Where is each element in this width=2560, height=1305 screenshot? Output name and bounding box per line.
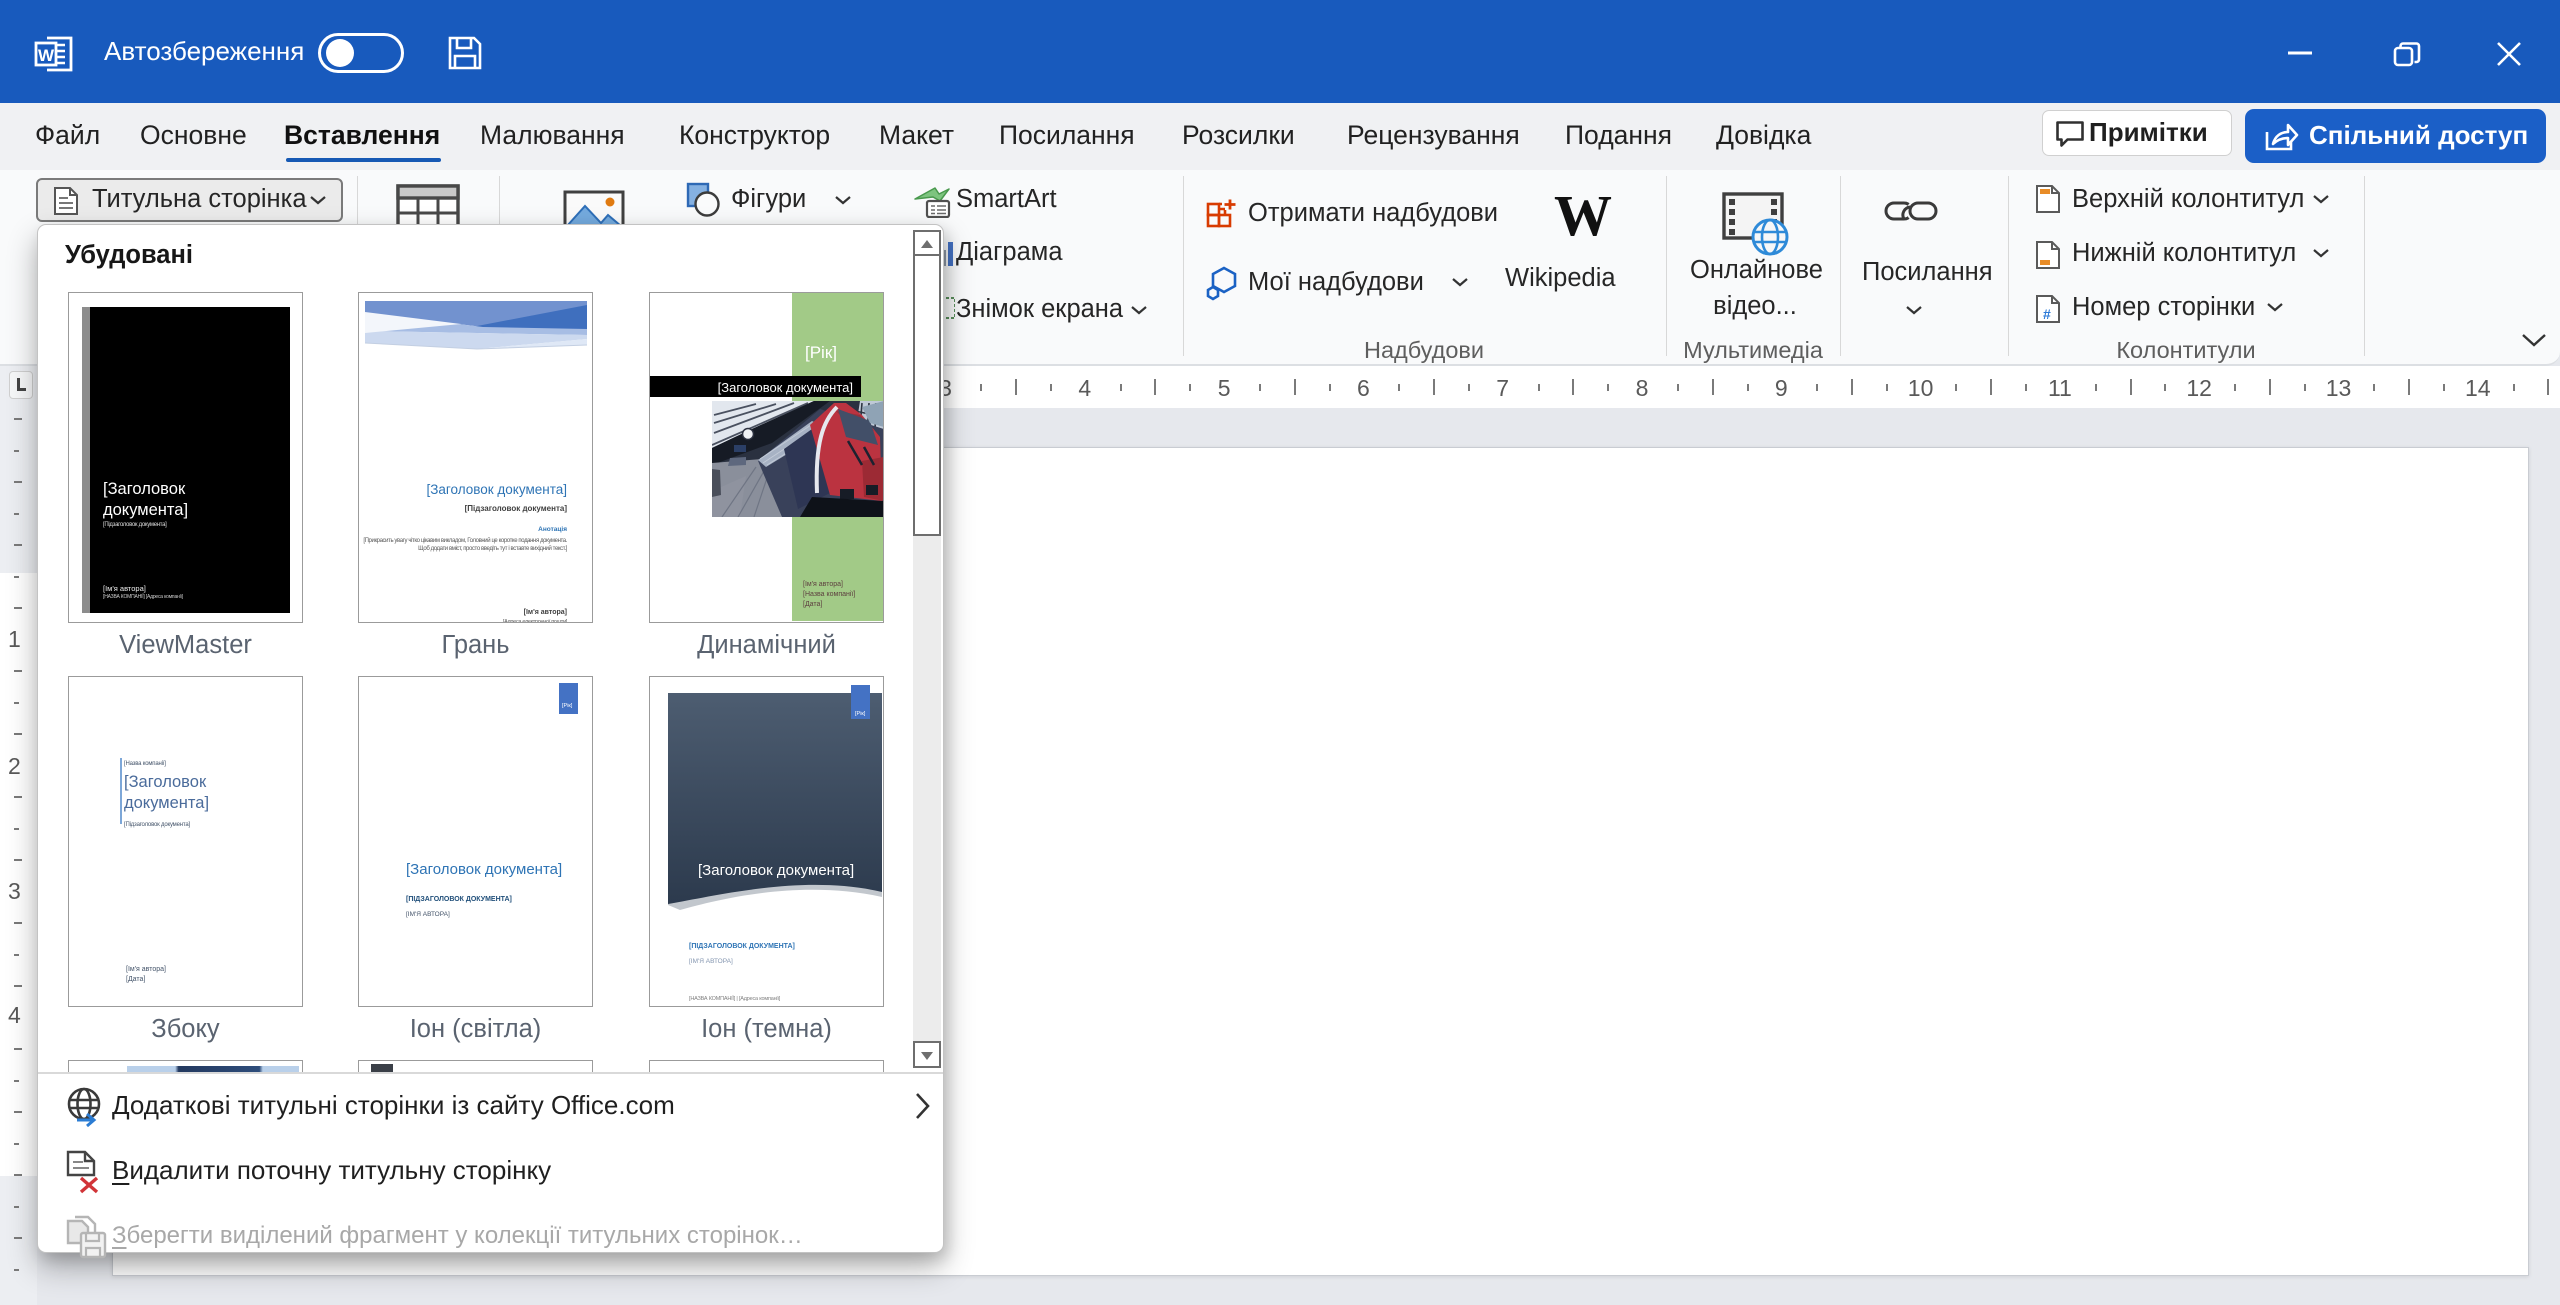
svg-text:[Рік]: [Рік] — [855, 711, 866, 717]
svg-text:#: # — [2043, 306, 2051, 322]
svg-text:W: W — [38, 46, 55, 65]
